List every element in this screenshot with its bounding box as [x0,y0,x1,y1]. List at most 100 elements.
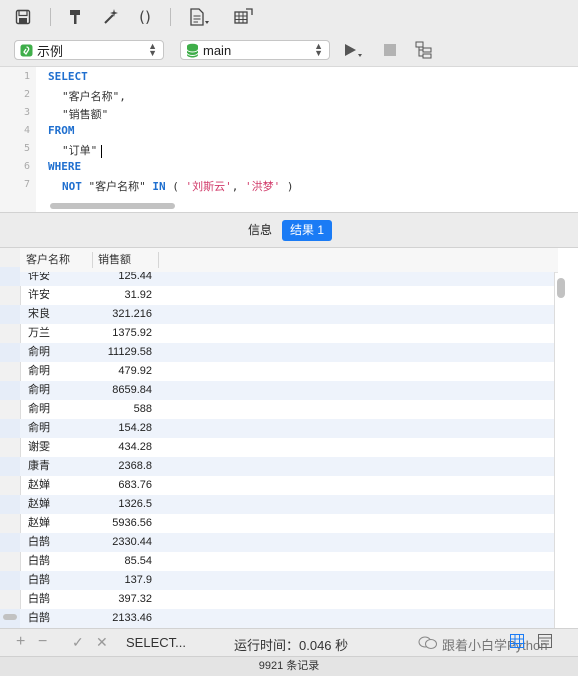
column-divider[interactable] [158,252,159,268]
tab-info[interactable]: 信息 [240,220,280,241]
cell-customer-name[interactable]: 赵婵 [28,495,50,514]
row-selector[interactable] [0,324,20,343]
left-horizontal-scrollbar[interactable] [3,614,17,620]
cell-sales[interactable]: 321.216 [92,305,152,324]
cell-sales[interactable]: 2133.46 [92,609,152,628]
apply-changes-icon[interactable]: ✓ [72,634,84,651]
row-selector[interactable] [0,495,20,514]
table-row[interactable]: 许安 31.92 [20,286,554,305]
sql-editor[interactable]: 1 2 3 4 5 6 7 SELECT "客户名称", "销售额" FROM … [0,66,578,213]
export-icon[interactable] [232,6,254,28]
parentheses-icon[interactable]: () [134,6,156,28]
table-row[interactable]: 许安 125.44 [20,272,554,286]
cell-customer-name[interactable]: 白鹄 [28,590,50,609]
row-selector[interactable] [0,457,20,476]
row-selector[interactable] [0,267,20,286]
save-icon[interactable] [12,6,34,28]
cell-sales[interactable]: 31.92 [92,286,152,305]
cell-customer-name[interactable]: 俞明 [28,400,50,419]
table-row[interactable]: 白鹄 2330.44 [20,533,554,552]
run-icon[interactable] [342,39,364,61]
row-selector[interactable] [0,286,20,305]
cell-customer-name[interactable]: 赵婵 [28,514,50,533]
row-selector[interactable] [0,552,20,571]
table-row[interactable]: 赵婵 5936.56 [20,514,554,533]
magic-wand-icon[interactable] [100,6,122,28]
add-row-icon[interactable]: + [16,633,25,651]
cell-customer-name[interactable]: 白鹄 [28,533,50,552]
cell-sales[interactable]: 1326.5 [92,495,152,514]
cell-customer-name[interactable]: 俞明 [28,419,50,438]
schema-select[interactable]: main ▲ ▼ [180,40,330,60]
document-icon[interactable] [188,6,210,28]
cell-sales[interactable]: 434.28 [92,438,152,457]
row-selector[interactable] [0,590,20,609]
row-selector[interactable] [0,514,20,533]
table-row[interactable]: 康青 2368.8 [20,457,554,476]
cell-customer-name[interactable]: 赵婵 [28,476,50,495]
cell-sales[interactable]: 8659.84 [92,381,152,400]
row-selector[interactable] [0,400,20,419]
cell-sales[interactable]: 125.44 [92,272,152,286]
remove-row-icon[interactable]: − [38,633,47,651]
explain-icon[interactable] [414,39,436,61]
row-selector[interactable] [0,438,20,457]
cell-sales[interactable]: 154.28 [92,419,152,438]
vertical-scrollbar[interactable] [557,278,565,298]
cell-customer-name[interactable]: 俞明 [28,362,50,381]
table-row[interactable]: 白鹄 2133.46 [20,609,554,628]
database-select[interactable]: 示例 ▲ ▼ [14,40,164,60]
table-row[interactable]: 俞明 8659.84 [20,381,554,400]
cell-sales[interactable]: 5936.56 [92,514,152,533]
table-row[interactable]: 白鹄 397.32 [20,590,554,609]
grid-view-icon[interactable] [510,634,524,651]
build-icon[interactable] [64,6,86,28]
row-selector[interactable] [0,419,20,438]
table-row[interactable]: 谢雯 434.28 [20,438,554,457]
row-selector[interactable] [0,381,20,400]
form-view-icon[interactable] [538,634,552,651]
cell-sales[interactable]: 2368.8 [92,457,152,476]
table-row[interactable]: 白鹄 137.9 [20,571,554,590]
row-selector[interactable] [0,476,20,495]
table-row[interactable]: 赵婵 683.76 [20,476,554,495]
tab-result-1[interactable]: 结果 1 [282,220,333,241]
cell-sales[interactable]: 2330.44 [92,533,152,552]
row-selector[interactable] [0,362,20,381]
cell-customer-name[interactable]: 康青 [28,457,50,476]
column-header-customer-name[interactable]: 客户名称 [26,248,70,272]
stop-icon[interactable] [379,39,401,61]
table-row[interactable]: 万兰 1375.92 [20,324,554,343]
column-divider[interactable] [92,252,93,268]
table-row[interactable]: 白鹄 85.54 [20,552,554,571]
row-selector[interactable] [0,305,20,324]
cell-sales[interactable]: 683.76 [92,476,152,495]
table-row[interactable]: 俞明 588 [20,400,554,419]
table-row[interactable]: 俞明 11129.58 [20,343,554,362]
table-row[interactable]: 宋良 321.216 [20,305,554,324]
cell-customer-name[interactable]: 白鹄 [28,571,50,590]
cell-customer-name[interactable]: 白鹄 [28,609,50,628]
cell-customer-name[interactable]: 万兰 [28,324,50,343]
cell-customer-name[interactable]: 许安 [28,286,50,305]
column-header-sales[interactable]: 销售额 [98,248,131,272]
cell-customer-name[interactable]: 谢雯 [28,438,50,457]
cell-sales[interactable]: 1375.92 [92,324,152,343]
cell-sales[interactable]: 137.9 [92,571,152,590]
editor-horizontal-scrollbar[interactable] [50,203,175,209]
cell-customer-name[interactable]: 俞明 [28,381,50,400]
cell-sales[interactable]: 479.92 [92,362,152,381]
row-selector[interactable] [0,343,20,362]
cell-sales[interactable]: 11129.58 [92,343,152,362]
table-row[interactable]: 俞明 154.28 [20,419,554,438]
cell-customer-name[interactable]: 宋良 [28,305,50,324]
table-row[interactable]: 赵婵 1326.5 [20,495,554,514]
row-selector[interactable] [0,533,20,552]
table-row[interactable]: 俞明 479.92 [20,362,554,381]
cell-customer-name[interactable]: 许安 [28,272,50,286]
cell-customer-name[interactable]: 俞明 [28,343,50,362]
cell-customer-name[interactable]: 白鹄 [28,552,50,571]
row-selector[interactable] [0,571,20,590]
discard-changes-icon[interactable]: ✕ [96,634,108,651]
cell-sales[interactable]: 397.32 [92,590,152,609]
